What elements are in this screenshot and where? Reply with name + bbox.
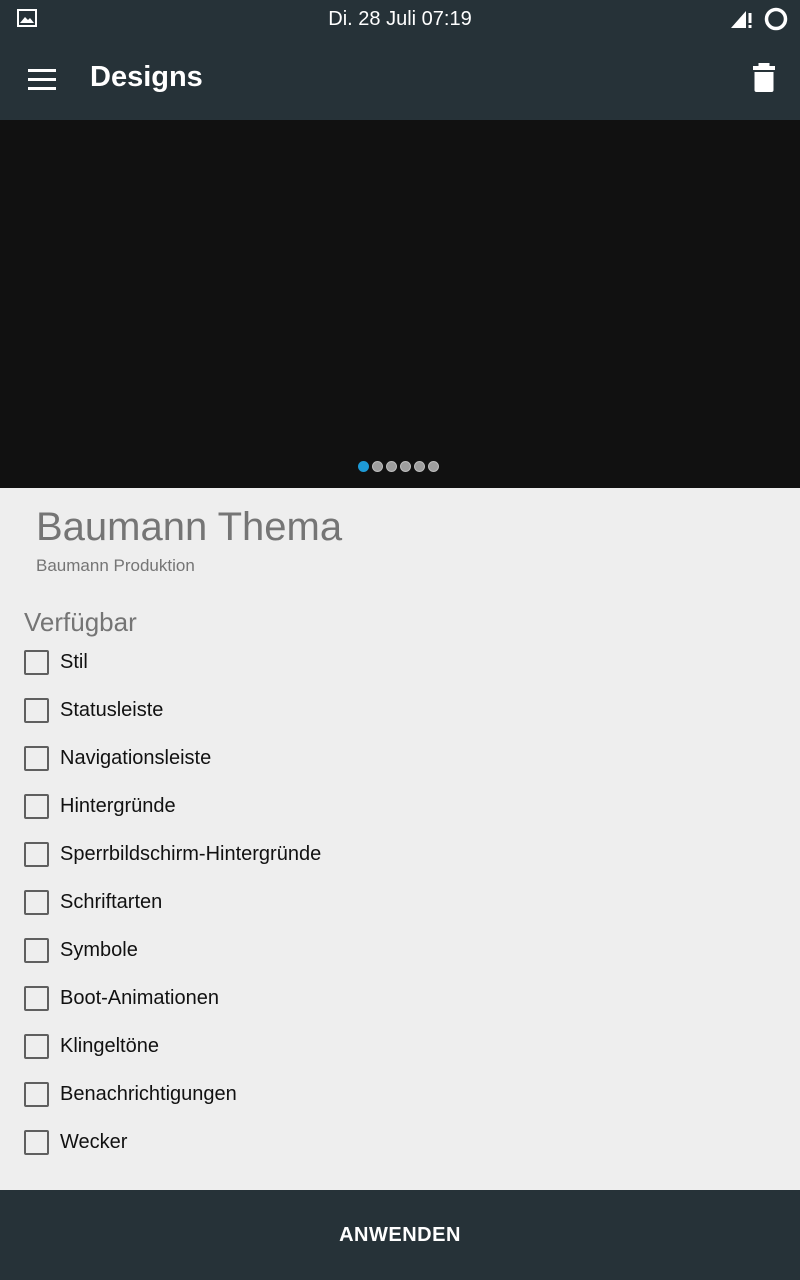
- apply-button[interactable]: ANWENDEN: [0, 1190, 800, 1280]
- checkbox[interactable]: [24, 986, 49, 1011]
- option-navigationsleiste[interactable]: Navigationsleiste: [0, 734, 800, 782]
- option-schriftarten[interactable]: Schriftarten: [0, 878, 800, 926]
- menu-icon[interactable]: [22, 60, 62, 98]
- checkbox[interactable]: [24, 698, 49, 723]
- component-list: Stil Statusleiste Navigationsleiste Hint…: [0, 638, 800, 1166]
- status-bar: Di. 28 Juli 07:19: [0, 0, 800, 38]
- option-statusleiste[interactable]: Statusleiste: [0, 686, 800, 734]
- signal-icon: [731, 11, 752, 28]
- apply-button-label: ANWENDEN: [339, 1223, 461, 1246]
- page-indicator-dot: [358, 461, 369, 472]
- page-indicator-dot: [414, 461, 425, 472]
- option-stil[interactable]: Stil: [0, 638, 800, 686]
- option-klingeltoene[interactable]: Klingeltöne: [0, 1022, 800, 1070]
- page-title: Designs: [90, 61, 203, 93]
- page-indicator-dot: [386, 461, 397, 472]
- option-benachrichtigungen[interactable]: Benachrichtigungen: [0, 1070, 800, 1118]
- option-label: Schriftarten: [60, 891, 163, 913]
- option-label: Stil: [60, 651, 88, 673]
- option-symbole[interactable]: Symbole: [0, 926, 800, 974]
- theme-name: Baumann Thema: [36, 505, 343, 549]
- checkbox[interactable]: [24, 650, 49, 675]
- page-indicator-dot: [428, 461, 439, 472]
- checkbox[interactable]: [24, 890, 49, 915]
- option-label: Wecker: [60, 1131, 128, 1153]
- page-indicator-dot: [400, 461, 411, 472]
- option-sperrbildschirm-hintergruende[interactable]: Sperrbildschirm-Hintergründe: [0, 830, 800, 878]
- checkbox[interactable]: [24, 1082, 49, 1107]
- theme-author: Baumann Produktion: [36, 556, 195, 575]
- option-label: Klingeltöne: [60, 1035, 159, 1057]
- option-label: Boot-Animationen: [60, 987, 219, 1009]
- checkbox[interactable]: [24, 794, 49, 819]
- page-indicator-dot: [372, 461, 383, 472]
- checkbox[interactable]: [24, 938, 49, 963]
- checkbox[interactable]: [24, 1130, 49, 1155]
- option-label: Statusleiste: [60, 699, 164, 721]
- checkbox[interactable]: [24, 746, 49, 771]
- checkbox[interactable]: [24, 1034, 49, 1059]
- battery-icon: [764, 7, 788, 31]
- option-hintergruende[interactable]: Hintergründe: [0, 782, 800, 830]
- option-label: Sperrbildschirm-Hintergründe: [60, 843, 322, 865]
- option-label: Navigationsleiste: [60, 747, 212, 769]
- option-label: Symbole: [60, 939, 138, 961]
- available-section-title: Verfügbar: [24, 607, 137, 637]
- checkbox[interactable]: [24, 842, 49, 867]
- option-wecker[interactable]: Wecker: [0, 1118, 800, 1166]
- theme-preview[interactable]: [0, 120, 800, 488]
- delete-icon[interactable]: [744, 58, 784, 98]
- option-label: Benachrichtigungen: [60, 1083, 237, 1105]
- option-label: Hintergründe: [60, 795, 176, 817]
- option-boot-animationen[interactable]: Boot-Animationen: [0, 974, 800, 1022]
- app-bar: Designs: [0, 38, 800, 120]
- status-time: Di. 28 Juli 07:19: [328, 8, 472, 30]
